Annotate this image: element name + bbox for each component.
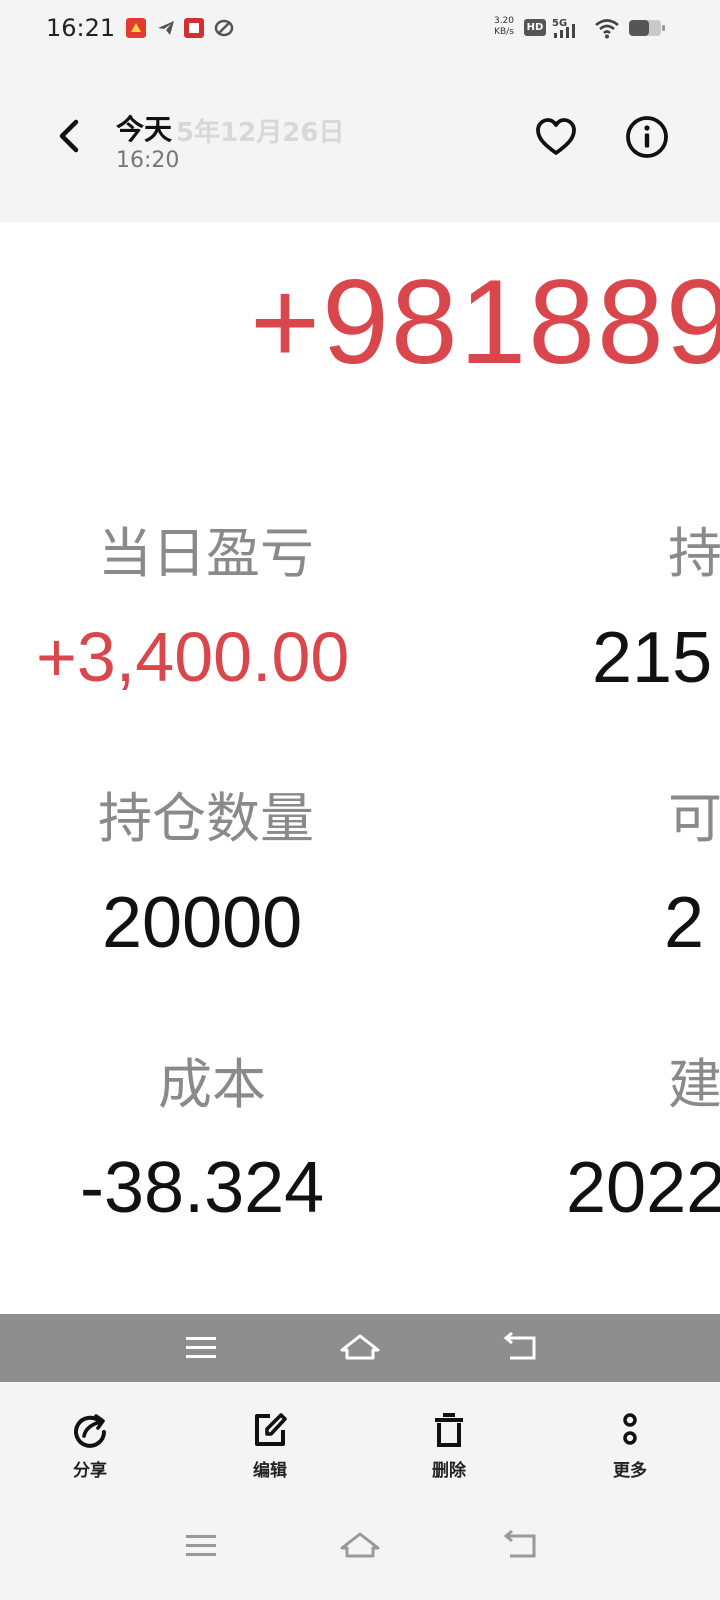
system-back-button[interactable] (496, 1526, 546, 1566)
available-value: 2 (664, 883, 705, 963)
favorite-button[interactable] (534, 116, 578, 160)
status-bar: 16:21 3.20 KB/s HD 5G (0, 0, 720, 56)
position-qty-value: 20000 (102, 883, 303, 963)
system-nav-bar (0, 1504, 720, 1600)
share-label: 分享 (73, 1461, 107, 1481)
gallery-photo-viewer: 16:21 3.20 KB/s HD 5G 5年12月26日 今天 16:20 … (0, 0, 720, 1600)
more-button[interactable]: 更多 (580, 1410, 680, 1490)
share-icon (74, 1414, 106, 1448)
info-button[interactable] (624, 114, 670, 160)
home-icon (340, 1334, 380, 1360)
app-notification-icon (126, 18, 146, 38)
position-qty-label: 持仓数量 (98, 787, 314, 850)
back-nav-icon (503, 1331, 536, 1360)
holding-value: 215 (592, 618, 713, 698)
back-button[interactable] (50, 114, 90, 158)
cost-label: 成本 (158, 1053, 266, 1116)
home-button[interactable] (335, 1526, 385, 1566)
daily-pl-value: +3,400.00 (36, 618, 350, 696)
edit-label: 编辑 (253, 1461, 287, 1481)
delete-label: 删除 (432, 1461, 466, 1481)
viewer-header: 5年12月26日 今天 16:20 (0, 56, 720, 222)
news-app-icon (184, 18, 204, 38)
more-label: 更多 (613, 1461, 647, 1481)
photo-nav-bar (0, 1314, 720, 1382)
recents-button[interactable] (176, 1526, 226, 1566)
daily-pl-label: 当日盈亏 (98, 522, 314, 585)
menu-icon (186, 1337, 216, 1358)
weibo-icon (214, 19, 234, 37)
telegram-icon (158, 21, 174, 35)
more-icon (623, 1413, 637, 1445)
header-date-ghost: 5年12月26日 (176, 118, 345, 148)
header-title: 今天 (116, 113, 173, 146)
cost-value: -38.324 (80, 1148, 325, 1228)
delete-button[interactable]: 删除 (399, 1410, 499, 1490)
status-time: 16:21 (46, 14, 116, 42)
total-profit-value: +981889 (250, 255, 720, 389)
available-label: 可 (668, 787, 720, 850)
edit-icon (255, 1413, 287, 1446)
svg-text:5G: 5G (552, 18, 567, 29)
share-button[interactable]: 分享 (40, 1410, 140, 1490)
trash-icon (435, 1413, 463, 1447)
battery-icon (629, 20, 665, 36)
network-speed: 3.20 KB/s (493, 16, 515, 37)
open-date-value: 2022 (566, 1148, 720, 1228)
header-time: 16:20 (116, 148, 180, 173)
wifi-icon (595, 19, 619, 39)
edit-button[interactable]: 编辑 (220, 1410, 320, 1490)
open-date-label: 建 (668, 1053, 720, 1116)
photo-content[interactable]: +981889 当日盈亏 +3,400.00 持 215 持仓数量 20000 … (0, 222, 720, 1314)
bottom-toolbar: 分享 编辑 删除 更多 (0, 1382, 720, 1504)
5g-signal-icon: 5G (552, 18, 575, 38)
hd-badge: HD (524, 19, 546, 36)
holding-label: 持 (668, 522, 720, 585)
